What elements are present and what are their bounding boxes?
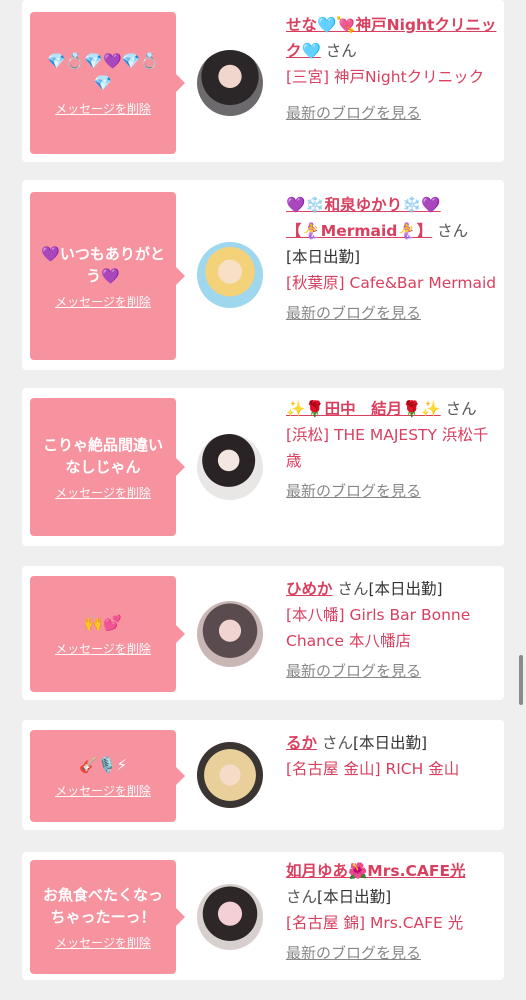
message-text: こりゃ絶品間違いなしじゃん (42, 435, 163, 476)
delete-message-link[interactable]: メッセージを削除 (55, 640, 151, 657)
cast-name-link[interactable]: ひめか (286, 580, 333, 598)
message-text: 💜いつもありがとう💜 (41, 244, 165, 285)
status-text: [本日出勤] (352, 734, 428, 752)
message-bubble: こりゃ絶品間違いなしじゃん メッセージを削除 (30, 398, 185, 536)
status-text: [本日出勤] (368, 580, 443, 598)
shop-link[interactable]: [三宮] 神戸Nightクリニック (286, 68, 484, 86)
message-bubble: お魚食べたくなっちゃったーっ！ メッセージを削除 (30, 860, 185, 974)
cast-name-link[interactable]: せな🩵💘神戸Nightクリニック🩵 (286, 16, 496, 60)
avatar[interactable] (197, 742, 263, 808)
message-card: 💎💍💎💜💎💍💎 メッセージを削除 せな🩵💘神戸Nightクリニック🩵 さん [三… (22, 0, 504, 162)
blog-link[interactable]: 最新のブログを見る (286, 300, 498, 326)
message-bubble: 🎸🎙️⚡ メッセージを削除 (30, 730, 185, 822)
delete-message-link[interactable]: メッセージを削除 (55, 934, 151, 951)
shop-link[interactable]: [秋葉原] Cafe&Bar Mermaid (286, 274, 496, 292)
blog-link[interactable]: 最新のブログを見る (286, 940, 498, 966)
message-bubble: 🙌💕 メッセージを削除 (30, 576, 185, 692)
avatar[interactable] (197, 601, 263, 667)
shop-link[interactable]: [浜松] THE MAJESTY 浜松千歳 (286, 426, 488, 470)
cast-name-link[interactable]: 💜❄️和泉ゆかり❄️💜【🧜‍♀️Mermaid🧜‍♀️】 (286, 196, 441, 240)
cast-info: せな🩵💘神戸Nightクリニック🩵 さん [三宮] 神戸Nightクリニック 最… (286, 12, 498, 126)
honorific: さん (437, 222, 469, 240)
status-text: [本日出勤] (317, 888, 392, 906)
message-card: 💜いつもありがとう💜 メッセージを削除 💜❄️和泉ゆかり❄️💜【🧜‍♀️Merm… (22, 180, 504, 370)
honorific: さん (445, 400, 477, 418)
message-card: お魚食べたくなっちゃったーっ！ メッセージを削除 如月ゆあ🌺Mrs.CAFE光 … (22, 852, 504, 980)
message-bubble: 💜いつもありがとう💜 メッセージを削除 (30, 192, 185, 360)
delete-message-link[interactable]: メッセージを削除 (55, 782, 151, 799)
message-card: 🙌💕 メッセージを削除 ひめか さん[本日出勤] [本八幡] Girls Bar… (22, 566, 504, 700)
message-text: 🎸🎙️⚡ (79, 755, 127, 774)
delete-message-link[interactable]: メッセージを削除 (55, 484, 151, 501)
blog-link[interactable]: 最新のブログを見る (286, 478, 498, 504)
avatar[interactable] (197, 50, 263, 116)
message-text: 💎💍💎💜💎💍💎 (46, 51, 160, 92)
cast-name-link[interactable]: ✨🌹田中 結月🌹✨ (286, 400, 441, 418)
delete-message-link[interactable]: メッセージを削除 (55, 100, 151, 117)
honorific: さん (337, 580, 369, 598)
cast-info: 💜❄️和泉ゆかり❄️💜【🧜‍♀️Mermaid🧜‍♀️】 さん [本日出勤] [… (286, 192, 498, 326)
blog-link[interactable]: 最新のブログを見る (286, 658, 498, 684)
honorific: さん (325, 42, 357, 60)
scrollbar[interactable] (519, 655, 523, 705)
avatar[interactable] (197, 884, 263, 950)
message-card: 🎸🎙️⚡ メッセージを削除 るか さん[本日出勤] [名古屋 金山] RICH … (22, 720, 504, 830)
shop-link[interactable]: [名古屋 錦] Mrs.CAFE 光 (286, 914, 463, 932)
cast-name-link[interactable]: 如月ゆあ🌺Mrs.CAFE光 (286, 862, 466, 880)
avatar[interactable] (197, 242, 263, 308)
blog-link[interactable]: 最新のブログを見る (286, 100, 498, 126)
delete-message-link[interactable]: メッセージを削除 (55, 293, 151, 310)
cast-info: ✨🌹田中 結月🌹✨ さん [浜松] THE MAJESTY 浜松千歳 最新のブロ… (286, 396, 498, 504)
shop-link[interactable]: [名古屋 金山] RICH 金山 (286, 760, 459, 778)
shop-link[interactable]: [本八幡] Girls Bar Bonne Chance 本八幡店 (286, 606, 470, 650)
honorific: さん (321, 734, 353, 752)
honorific: さん (286, 888, 318, 906)
message-text: 🙌💕 (84, 613, 122, 632)
message-text: お魚食べたくなっちゃったーっ！ (42, 885, 163, 926)
status-text: [本日出勤] (286, 248, 361, 266)
message-card: こりゃ絶品間違いなしじゃん メッセージを削除 ✨🌹田中 結月🌹✨ さん [浜松]… (22, 388, 504, 546)
cast-info: 如月ゆあ🌺Mrs.CAFE光 さん[本日出勤] [名古屋 錦] Mrs.CAFE… (286, 858, 498, 966)
cast-name-link[interactable]: るか (286, 734, 317, 752)
cast-info: ひめか さん[本日出勤] [本八幡] Girls Bar Bonne Chanc… (286, 576, 498, 684)
avatar[interactable] (197, 434, 263, 500)
cast-info: るか さん[本日出勤] [名古屋 金山] RICH 金山 (286, 730, 498, 782)
message-bubble: 💎💍💎💜💎💍💎 メッセージを削除 (30, 12, 185, 154)
